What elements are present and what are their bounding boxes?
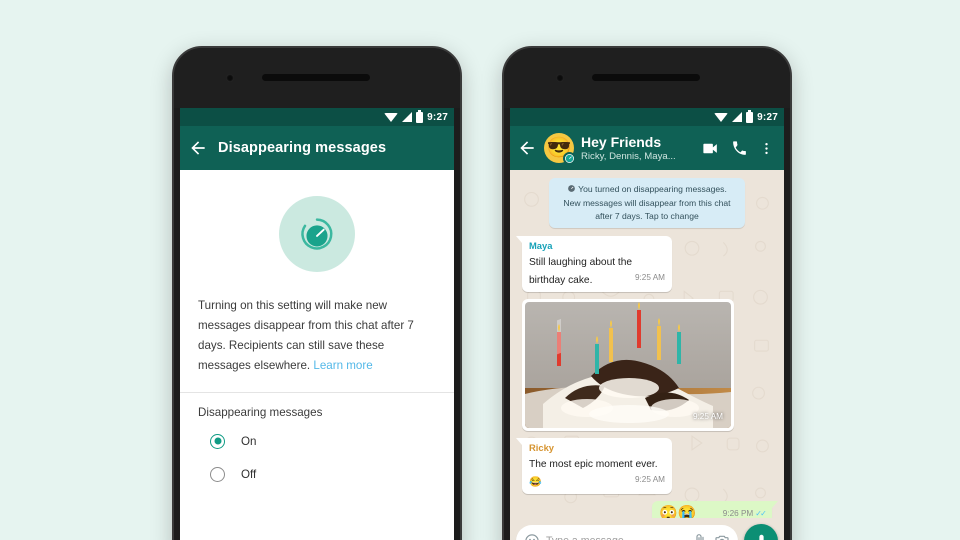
chat-name: Hey Friends	[581, 134, 662, 151]
avatar[interactable]: 😎	[544, 133, 576, 165]
chat-appbar: 😎 Hey Friends Ricky, Dennis, Maya...	[510, 126, 784, 170]
message-time: 9:25 AM	[634, 272, 665, 282]
timer-icon	[567, 184, 576, 197]
timer-icon	[279, 196, 355, 272]
chat-area: You turned on disappearing messages. New…	[510, 170, 784, 540]
chat-title-block[interactable]: Hey Friends Ricky, Dennis, Maya...	[581, 134, 694, 162]
message-text: Still laughing about the birthday cake.	[529, 256, 633, 286]
statusbar-right: 9:27	[510, 108, 784, 126]
radio-button-on[interactable]	[210, 433, 225, 449]
read-receipt-icon: ✓✓	[755, 508, 767, 518]
section-title: Disappearing messages	[198, 405, 323, 419]
wifi-icon	[384, 112, 399, 122]
signal-icon	[402, 112, 413, 122]
phone-left: 9:27 Disappearing messages Turning on th…	[172, 46, 462, 540]
message-bubble-outgoing[interactable]: 😳😭 9:26 PM ✓✓	[652, 500, 778, 518]
screen-right: 9:27 😎 Hey Friends Ricky, Dennis, Maya..…	[510, 108, 784, 540]
message-sender: Maya	[529, 239, 553, 251]
radio-button-off[interactable]	[210, 466, 225, 482]
system-notice[interactable]: You turned on disappearing messages. New…	[549, 178, 745, 228]
message-time: 9:26 PM	[722, 508, 754, 518]
radio-label-off: Off	[241, 467, 257, 481]
message-bubble-ricky[interactable]: Ricky The most epic moment ever. 😂 9:25 A…	[516, 437, 672, 494]
phone-bezel-top	[504, 48, 790, 108]
message-emoji: 😂	[529, 476, 542, 488]
back-arrow-icon[interactable]	[188, 138, 208, 158]
radio-option-off[interactable]: Off	[180, 458, 454, 491]
earpiece-speaker	[262, 74, 370, 81]
microphone-button[interactable]	[744, 524, 778, 540]
phone-right: 9:27 😎 Hey Friends Ricky, Dennis, Maya..…	[502, 46, 792, 540]
settings-description-text: Turning on this setting will make new me…	[198, 299, 414, 372]
settings-body: Turning on this setting will make new me…	[180, 170, 454, 540]
emoji-icon[interactable]	[524, 533, 540, 540]
timer-badge-icon	[563, 152, 576, 165]
microphone-icon	[758, 534, 764, 540]
message-input[interactable]: Type a message...	[546, 535, 686, 540]
statusbar-left: 9:27	[180, 108, 454, 126]
camera-icon[interactable]	[714, 533, 730, 540]
message-bubble-photo[interactable]: 9:25 AM	[522, 298, 734, 431]
appbar-left: Disappearing messages	[180, 126, 454, 170]
paperclip-icon[interactable]	[692, 533, 708, 540]
chat-participants: Ricky, Dennis, Maya...	[581, 150, 676, 162]
message-meta: 9:26 PM ✓✓	[722, 508, 767, 518]
radio-option-on[interactable]: On	[180, 425, 454, 458]
message-input-pill[interactable]: Type a message...	[516, 525, 738, 540]
phone-bezel-top	[174, 48, 460, 108]
timer-hero	[180, 170, 454, 292]
voice-call-icon[interactable]	[731, 140, 748, 157]
message-list: You turned on disappearing messages. New…	[510, 170, 784, 518]
battery-icon	[746, 109, 754, 123]
statusbar-time: 9:27	[757, 111, 778, 123]
back-arrow-icon[interactable]	[517, 138, 537, 158]
video-call-icon[interactable]	[701, 139, 720, 158]
message-emoji: 😳😭	[659, 504, 697, 518]
message-time: 9:25 AM	[634, 474, 665, 484]
radio-label-on: On	[241, 434, 257, 448]
system-notice-text: You turned on disappearing messages. New…	[563, 184, 731, 221]
learn-more-link[interactable]: Learn more	[313, 359, 372, 372]
message-input-bar: Type a message...	[510, 518, 784, 540]
front-camera-icon	[226, 74, 234, 82]
page-title: Disappearing messages	[218, 140, 387, 156]
photo-time: 9:25 AM	[692, 411, 723, 421]
settings-description: Turning on this setting will make new me…	[180, 292, 454, 392]
message-sender: Ricky	[529, 441, 555, 453]
message-text: The most epic moment ever.	[529, 458, 658, 470]
statusbar-time: 9:27	[427, 111, 448, 123]
birthday-cake-photo[interactable]: 9:25 AM	[525, 301, 731, 428]
wifi-icon	[714, 112, 729, 122]
overflow-menu-icon[interactable]	[759, 140, 774, 157]
chat-header-actions	[701, 139, 777, 158]
signal-icon	[732, 112, 743, 122]
front-camera-icon	[556, 74, 564, 82]
message-bubble-maya[interactable]: Maya Still laughing about the birthday c…	[516, 235, 672, 292]
earpiece-speaker	[592, 74, 700, 81]
battery-icon	[416, 109, 424, 123]
screen-left: 9:27 Disappearing messages Turning on th…	[180, 108, 454, 540]
